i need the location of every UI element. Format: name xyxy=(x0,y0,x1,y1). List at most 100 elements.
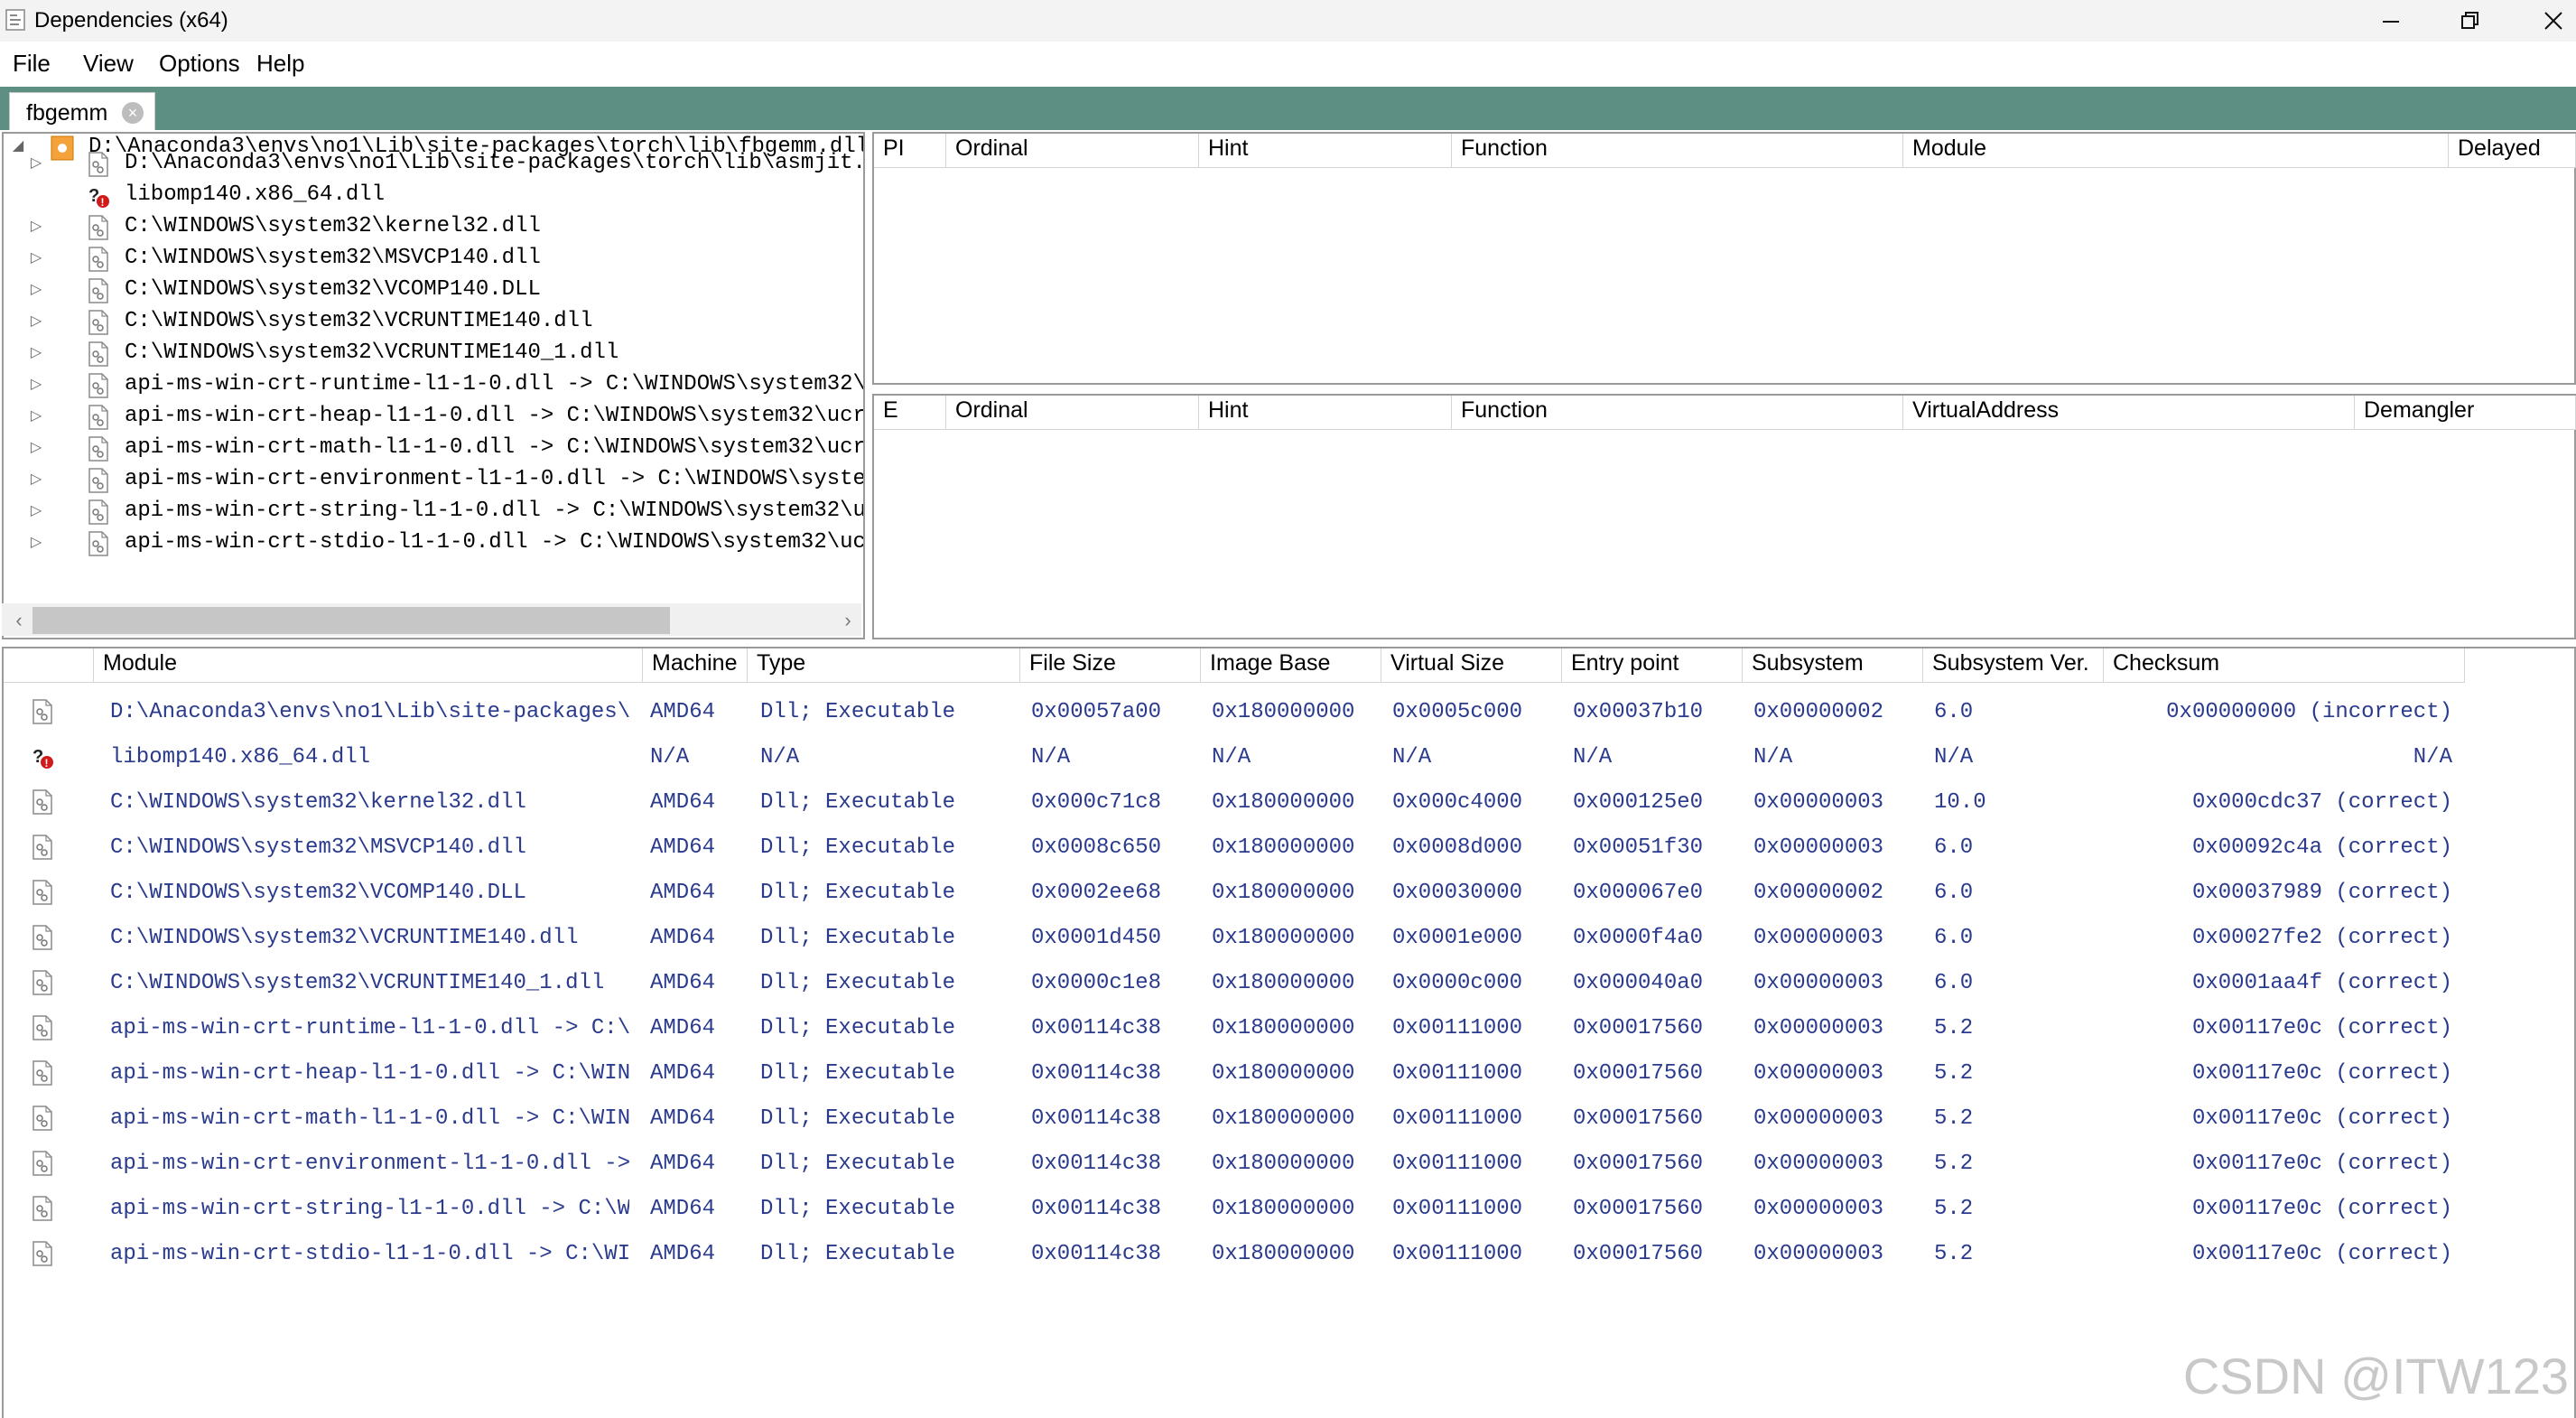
tree-node[interactable]: ▷ C:\WINDOWS\system32\kernel32.dll xyxy=(4,213,863,242)
expand-arrow-icon[interactable]: ▷ xyxy=(29,341,43,366)
tree-node-label: D:\Anaconda3\envs\no1\Lib\site-packages\… xyxy=(125,151,865,175)
dll-file-icon xyxy=(33,1241,52,1266)
module-row[interactable]: api-ms-win-crt-math-l1-1-0.dll -> C:\WIN… xyxy=(4,1102,2574,1138)
tree-node[interactable]: ▷ C:\WINDOWS\system32\VCRUNTIME140_1.dll xyxy=(4,340,863,368)
imports-column-module[interactable]: Module xyxy=(1903,134,2449,168)
module-cell-machine: AMD64 xyxy=(650,971,716,995)
menu-view[interactable]: View xyxy=(79,47,137,79)
tree-scroll-thumb[interactable] xyxy=(33,607,670,634)
exports-column-e[interactable]: E xyxy=(874,396,946,430)
imports-column-pi[interactable]: PI xyxy=(874,134,946,168)
modules-column-virtual-size[interactable]: Virtual Size xyxy=(1381,648,1562,683)
modules-column-entry-point[interactable]: Entry point xyxy=(1562,648,1743,683)
module-row[interactable]: C:\WINDOWS\system32\MSVCP140.dll AMD64 Dll… xyxy=(4,831,2574,867)
tree-node[interactable]: ▷ api-ms-win-crt-math-l1-1-0.dll -> C:\WI… xyxy=(4,434,863,463)
minimize-button[interactable] xyxy=(2351,0,2431,42)
tab-close-icon[interactable]: × xyxy=(122,102,144,124)
module-row[interactable]: C:\WINDOWS\system32\VCRUNTIME140_1.dll AM… xyxy=(4,966,2574,1003)
tree-node[interactable]: ▷ C:\WINDOWS\system32\VCOMP140.DLL xyxy=(4,276,863,305)
expand-arrow-icon[interactable]: ▷ xyxy=(29,499,43,524)
dll-file-icon xyxy=(88,152,108,177)
module-cell-module: C:\WINDOWS\system32\VCRUNTIME140.dll xyxy=(110,926,579,950)
tree-node[interactable]: ▷ api-ms-win-crt-environment-l1-1-0.dll -… xyxy=(4,466,863,495)
module-cell-image-base: 0x180000000 xyxy=(1212,700,1355,724)
imports-column-ordinal[interactable]: Ordinal xyxy=(946,134,1199,168)
expand-arrow-icon[interactable]: ▷ xyxy=(29,435,43,461)
tree-node-label: C:\WINDOWS\system32\VCRUNTIME140_1.dll xyxy=(125,341,619,365)
exports-column-function[interactable]: Function xyxy=(1452,396,1903,430)
modules-column-module[interactable]: Module xyxy=(94,648,643,683)
tree-node[interactable]: ▷ api-ms-win-crt-string-l1-1-0.dll -> C:\… xyxy=(4,498,863,527)
imports-column-hint[interactable]: Hint xyxy=(1199,134,1452,168)
expand-arrow-icon[interactable]: ▷ xyxy=(29,372,43,397)
module-cell-machine: AMD64 xyxy=(650,790,716,815)
exports-column-hint[interactable]: Hint xyxy=(1199,396,1452,430)
expand-arrow-icon[interactable]: ▷ xyxy=(29,214,43,239)
module-row[interactable]: api-ms-win-crt-stdio-l1-1-0.dll -> C:\WI… xyxy=(4,1237,2574,1273)
module-cell-file-size: 0x00114c38 xyxy=(1031,1197,1162,1221)
module-cell-subsystem: 0x00000003 xyxy=(1753,971,1884,995)
imports-column-function[interactable]: Function xyxy=(1452,134,1903,168)
imports-list[interactable]: PI Ordinal Hint Function Module Delayed xyxy=(872,132,2576,385)
tree-node[interactable]: ▷ api-ms-win-crt-stdio-l1-1-0.dll -> C:\W… xyxy=(4,529,863,558)
expand-arrow-icon[interactable]: ▷ xyxy=(29,530,43,555)
imports-column-delayed[interactable]: Delayed xyxy=(2449,134,2576,168)
dependency-tree[interactable]: ◢ D:\Anaconda3\envs\no1\Lib\site-package… xyxy=(2,132,865,639)
module-row[interactable]: C:\WINDOWS\system32\kernel32.dll AMD64 Dll… xyxy=(4,786,2574,822)
expand-arrow-icon[interactable]: ▷ xyxy=(29,309,43,334)
tree-node-label: libomp140.x86_64.dll xyxy=(125,182,386,207)
module-row[interactable]: api-ms-win-crt-environment-l1-1-0.dll ->… xyxy=(4,1147,2574,1183)
module-row[interactable]: C:\WINDOWS\system32\VCRUNTIME140.dll AMD6… xyxy=(4,921,2574,957)
scroll-left-icon[interactable]: ‹ xyxy=(5,607,33,634)
modules-column-machine[interactable]: Machine xyxy=(643,648,748,683)
expand-arrow-icon[interactable]: ▷ xyxy=(29,277,43,303)
module-cell-virtual-size: 0x0008d000 xyxy=(1392,835,1523,860)
modules-column-subsystem-ver[interactable]: Subsystem Ver. xyxy=(1923,648,2104,683)
dll-file-icon xyxy=(33,925,52,950)
menu-file[interactable]: File xyxy=(9,47,54,79)
exports-column-demangler[interactable]: Demangler xyxy=(2355,396,2576,430)
module-row[interactable]: api-ms-win-crt-runtime-l1-1-0.dll -> C:\… xyxy=(4,1012,2574,1048)
exports-column-ordinal[interactable]: Ordinal xyxy=(946,396,1199,430)
tree-node[interactable]: ?! libomp140.x86_64.dll xyxy=(4,182,863,210)
module-cell-file-size: 0x00114c38 xyxy=(1031,1106,1162,1131)
restore-button[interactable] xyxy=(2431,0,2510,42)
exports-list[interactable]: E Ordinal Hint Function VirtualAddress Demang… xyxy=(872,394,2576,639)
module-row[interactable]: api-ms-win-crt-heap-l1-1-0.dll -> C:\WIN… xyxy=(4,1057,2574,1093)
minimize-icon xyxy=(2383,21,2399,23)
close-button[interactable] xyxy=(2514,0,2576,42)
dll-file-icon xyxy=(88,215,108,240)
menu-help[interactable]: Help xyxy=(253,47,308,79)
menu-options[interactable]: Options xyxy=(155,47,244,79)
tree-node[interactable]: ▷ api-ms-win-crt-heap-l1-1-0.dll -> C:\WI… xyxy=(4,403,863,432)
expand-arrow-icon[interactable]: ▷ xyxy=(29,404,43,429)
tree-node[interactable]: ▷ D:\Anaconda3\envs\no1\Lib\site-packages… xyxy=(4,150,865,179)
expand-arrow-icon[interactable]: ▷ xyxy=(29,246,43,271)
module-cell-entry-point: 0x00017560 xyxy=(1573,1242,1704,1266)
exports-column-virtualaddress[interactable]: VirtualAddress xyxy=(1903,396,2355,430)
modules-column-type[interactable]: Type xyxy=(748,648,1020,683)
tree-node[interactable]: ▷ C:\WINDOWS\system32\VCRUNTIME140.dll xyxy=(4,308,863,337)
modules-column-icon[interactable] xyxy=(4,648,94,683)
tab-fbgemm[interactable]: fbgemm × xyxy=(9,92,155,130)
modules-column-subsystem[interactable]: Subsystem xyxy=(1743,648,1923,683)
scroll-right-icon[interactable]: › xyxy=(834,607,861,634)
expand-arrow-icon[interactable]: ▷ xyxy=(29,151,43,176)
module-row[interactable]: api-ms-win-crt-string-l1-1-0.dll -> C:\W… xyxy=(4,1192,2574,1228)
window-title: Dependencies (x64) xyxy=(34,8,228,33)
tree-node[interactable]: ▷ C:\WINDOWS\system32\MSVCP140.dll xyxy=(4,245,863,274)
module-cell-subsystem: 0x00000003 xyxy=(1753,1197,1884,1221)
module-cell-subsystem-ver: 6.0 xyxy=(1934,881,1974,905)
expand-arrow-icon[interactable]: ▷ xyxy=(29,467,43,492)
module-cell-image-base: 0x180000000 xyxy=(1212,1197,1355,1221)
modules-column-file-size[interactable]: File Size xyxy=(1020,648,1201,683)
module-row[interactable]: ?! libomp140.x86_64.dll N/A N/A N/A N/A N/A N/A… xyxy=(4,741,2574,777)
module-cell-image-base: 0x180000000 xyxy=(1212,1061,1355,1086)
tree-node[interactable]: ▷ api-ms-win-crt-runtime-l1-1-0.dll -> C:… xyxy=(4,371,863,400)
modules-column-checksum[interactable]: Checksum xyxy=(2104,648,2465,683)
module-row[interactable]: C:\WINDOWS\system32\VCOMP140.DLL AMD64 Dll… xyxy=(4,876,2574,912)
modules-column-image-base[interactable]: Image Base xyxy=(1201,648,1381,683)
module-row[interactable]: D:\Anaconda3\envs\no1\Lib\site-packages\… xyxy=(4,695,2574,732)
module-cell-subsystem: 0x00000002 xyxy=(1753,881,1884,905)
modules-list[interactable]: Module Machine Type File Size Image Base Virt… xyxy=(2,647,2576,1418)
